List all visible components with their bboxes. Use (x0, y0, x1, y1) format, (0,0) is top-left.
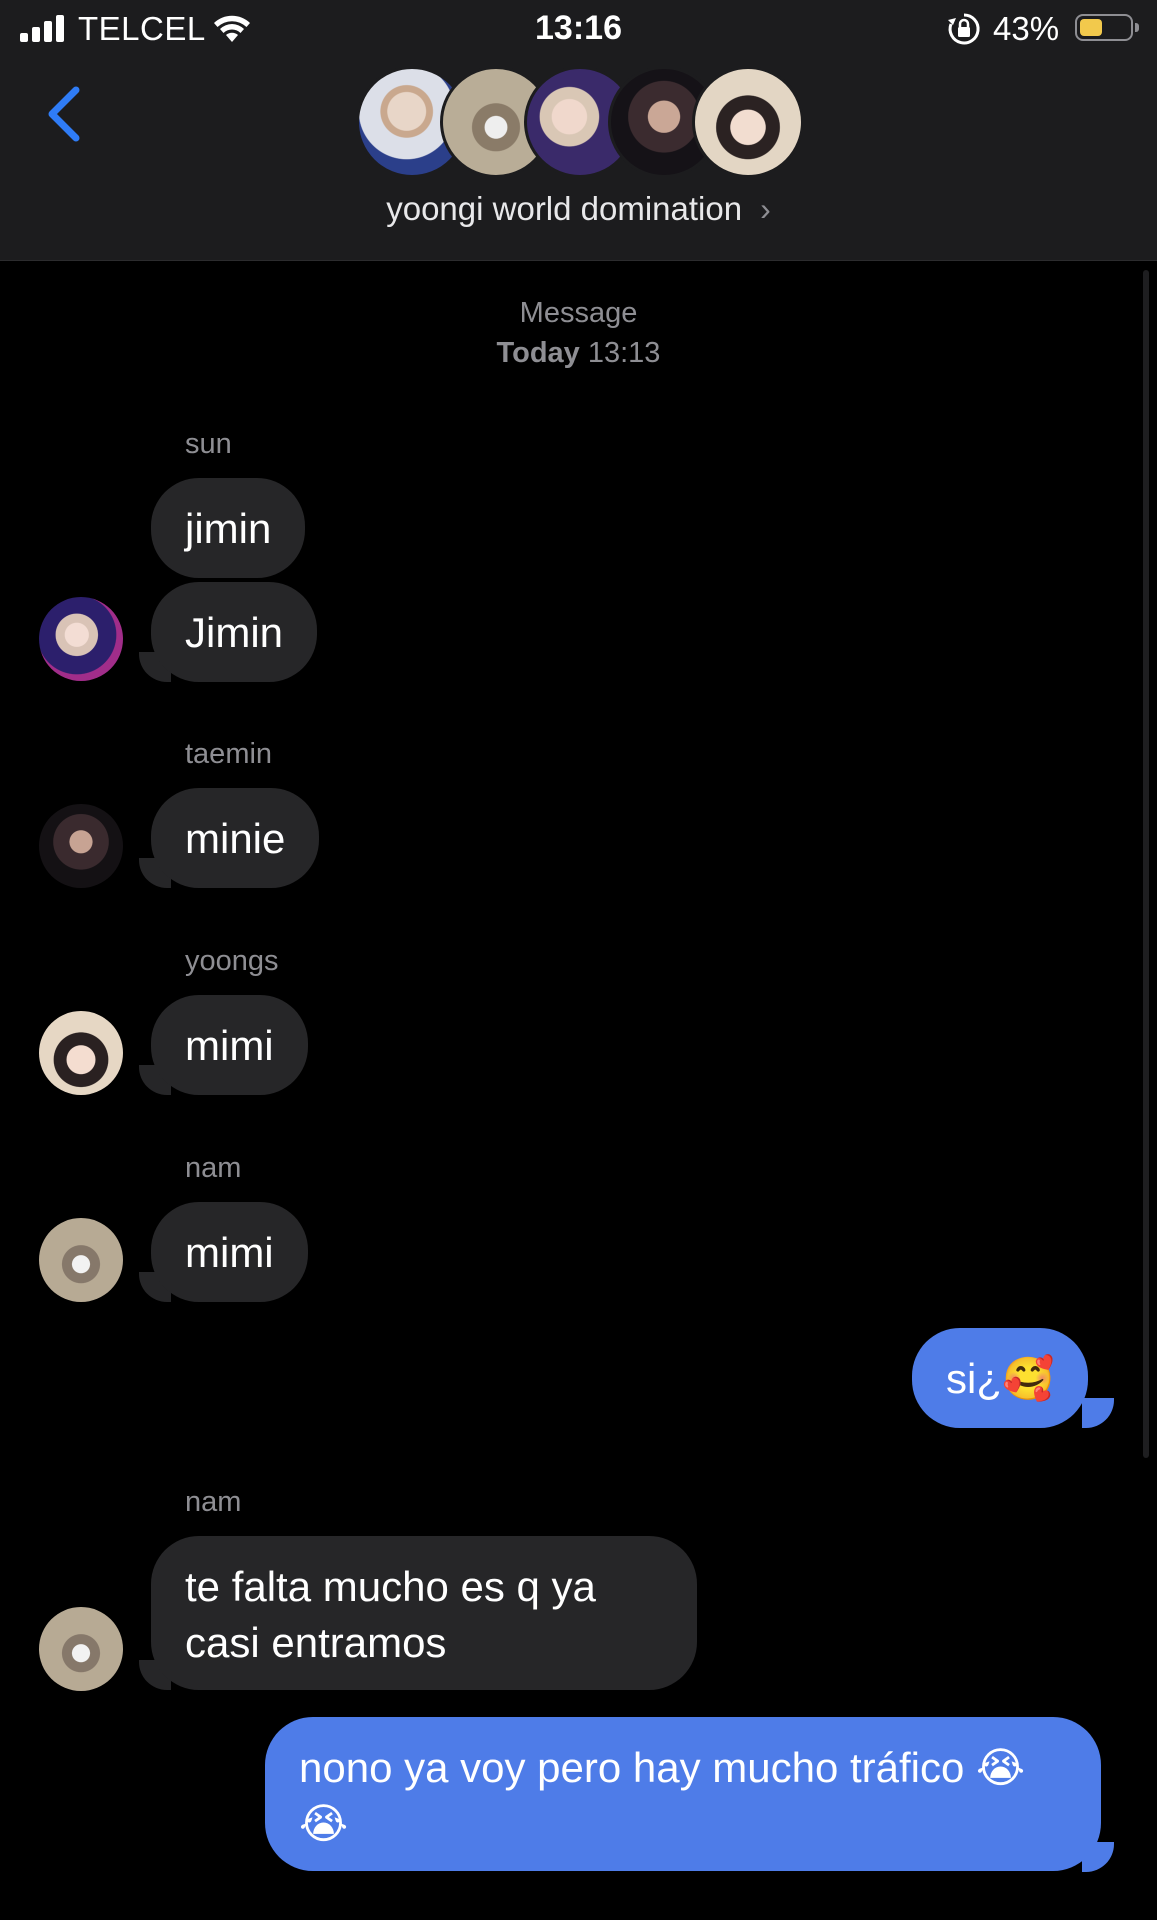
group-name: yoongi world domination (386, 190, 743, 227)
status-bar: TELCEL 13:16 43% (0, 0, 1157, 60)
sender-name: sun (185, 428, 232, 460)
timestamp-label: Message (519, 297, 638, 329)
outgoing-message-bubble[interactable]: nono ya voy pero hay mucho tráfico 😭😭 (265, 1717, 1101, 1871)
avatar (692, 66, 804, 178)
scroll-indicator[interactable] (1143, 270, 1149, 1458)
group-avatars[interactable] (356, 66, 806, 181)
rotation-lock-icon (948, 13, 980, 45)
sender-name: nam (185, 1152, 242, 1184)
message-bubble[interactable]: Jimin (151, 582, 318, 682)
conversation-header: TELCEL 13:16 43% yoongi world domination… (0, 0, 1157, 261)
message-bubble[interactable]: minie (151, 788, 320, 888)
sender-name: yoongs (185, 945, 279, 977)
avatar[interactable] (39, 1011, 123, 1095)
timestamp-day: Today (496, 337, 580, 369)
sender-name: taemin (185, 738, 273, 770)
avatar[interactable] (39, 597, 123, 681)
outgoing-message-bubble[interactable]: si¿🥰 (912, 1328, 1089, 1428)
clock: 13:16 (535, 9, 622, 47)
bubble-tail (1082, 1398, 1114, 1428)
avatar[interactable] (39, 804, 123, 888)
chevron-right-icon: › (760, 191, 771, 227)
avatar[interactable] (39, 1607, 123, 1691)
message-bubble[interactable]: mimi (151, 995, 308, 1095)
timestamp-time: 13:13 (587, 337, 661, 369)
battery-percentage: 43% (993, 10, 1060, 47)
message-bubble[interactable]: te falta mucho es q ya casi entramos (151, 1536, 697, 1690)
message-bubble[interactable]: jimin (151, 478, 306, 578)
battery-level (1080, 19, 1102, 36)
message-bubble[interactable]: mimi (151, 1202, 308, 1302)
battery-icon (1075, 14, 1139, 41)
thread-timestamp: Message Today 13:13 (0, 293, 1157, 373)
sender-name: nam (185, 1486, 242, 1518)
group-name-button[interactable]: yoongi world domination › (0, 190, 1157, 228)
avatar[interactable] (39, 1218, 123, 1302)
chevron-left-icon[interactable] (40, 80, 90, 150)
